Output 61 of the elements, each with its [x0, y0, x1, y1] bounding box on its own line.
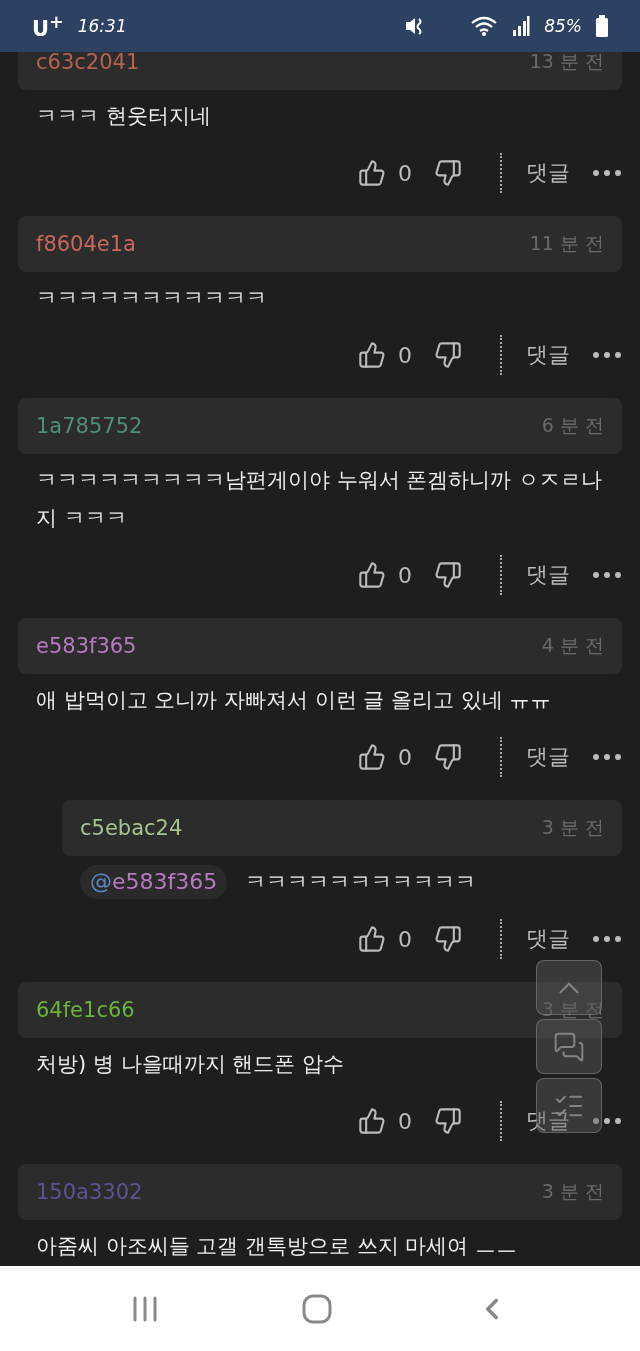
thumbs-down-icon[interactable]: [434, 341, 462, 369]
reply-button[interactable]: 댓글: [526, 1106, 570, 1136]
clock: 16:31: [77, 16, 127, 36]
more-icon[interactable]: [592, 1117, 622, 1125]
thumbs-down-icon[interactable]: [434, 743, 462, 771]
carrier-label: U$^{+}$: [32, 11, 64, 41]
like-count: 0: [398, 1108, 412, 1134]
comment-text: ㅋㅋㅋㅋㅋㅋㅋㅋㅋㅋㅋ: [36, 285, 267, 312]
comment-text: 애 밥먹이고 오니까 자빠져서 이런 글 올리고 있네 ㅠㅠ: [36, 687, 552, 714]
like-count: 0: [398, 160, 412, 186]
timestamp: 3 분 전: [541, 997, 604, 1022]
timestamp: 3 분 전: [541, 815, 604, 840]
like-count: 0: [398, 562, 412, 588]
username[interactable]: f8604e1a: [36, 232, 136, 256]
thumbs-down-icon[interactable]: [434, 159, 462, 187]
thumbs-up-icon[interactable]: [358, 925, 386, 953]
username[interactable]: 64fe1c66: [36, 998, 135, 1022]
thumbs-down-icon[interactable]: [434, 1107, 462, 1135]
recent-apps-icon[interactable]: [131, 1295, 160, 1322]
wifi-icon: [470, 15, 499, 37]
thumbs-up-icon[interactable]: [358, 1107, 386, 1135]
reply-button[interactable]: 댓글: [526, 742, 570, 772]
signal-icon: [512, 15, 531, 37]
thumbs-down-icon[interactable]: [434, 561, 462, 589]
username[interactable]: c5ebac24: [80, 816, 183, 840]
like-count: 0: [398, 744, 412, 770]
more-icon[interactable]: [592, 935, 622, 943]
reply-button[interactable]: 댓글: [526, 158, 570, 188]
reply-button[interactable]: 댓글: [526, 924, 570, 954]
comment-text: 처방) 병 나을때까지 핸드폰 압수: [36, 1051, 344, 1078]
reply-button[interactable]: 댓글: [526, 560, 570, 590]
timestamp: 11 분 전: [529, 231, 604, 256]
more-icon[interactable]: [592, 571, 622, 579]
comments-button[interactable]: [536, 1019, 602, 1074]
comment-text: ㅋㅋㅋㅋㅋㅋㅋㅋㅋ남편게이야 누워서 폰겜하니까 ㅇㅈㄹ나지 ㅋㅋㅋ: [36, 467, 604, 532]
mention-tag[interactable]: @e583f365: [80, 865, 228, 899]
timestamp: 13 분 전: [529, 52, 604, 74]
thumbs-up-icon[interactable]: [358, 743, 386, 771]
battery-percent: 85%: [544, 16, 582, 36]
thumbs-up-icon[interactable]: [358, 159, 386, 187]
like-count: 0: [398, 342, 412, 368]
more-icon[interactable]: [592, 169, 622, 177]
timestamp: 4 분 전: [541, 633, 604, 658]
timestamp: 6 분 전: [541, 413, 604, 438]
home-icon[interactable]: [302, 1293, 332, 1324]
thumbs-up-icon[interactable]: [358, 561, 386, 589]
thumbs-down-icon[interactable]: [434, 925, 462, 953]
more-icon[interactable]: [592, 753, 622, 761]
more-icon[interactable]: [592, 351, 622, 359]
thumbs-up-icon[interactable]: [358, 341, 386, 369]
like-count: 0: [398, 926, 412, 952]
timestamp: 3 분 전: [541, 1179, 604, 1204]
comment-text: 아줌씨 아조씨들 고갤 갠톡방으로 쓰지 마세여 ㅡㅡ: [36, 1233, 518, 1260]
username[interactable]: c63c2041: [36, 52, 140, 74]
comment-text: ㅋㅋㅋㅋㅋㅋㅋㅋㅋㅋㅋ: [245, 869, 477, 896]
speech-bubbles-icon: [553, 1030, 585, 1063]
comment-text: ㅋㅋㅋ 현웃터지네: [36, 103, 211, 130]
battery-icon: [596, 15, 608, 37]
username[interactable]: e583f365: [36, 634, 137, 658]
reply-button[interactable]: 댓글: [526, 340, 570, 370]
username[interactable]: 1a785752: [36, 414, 143, 438]
